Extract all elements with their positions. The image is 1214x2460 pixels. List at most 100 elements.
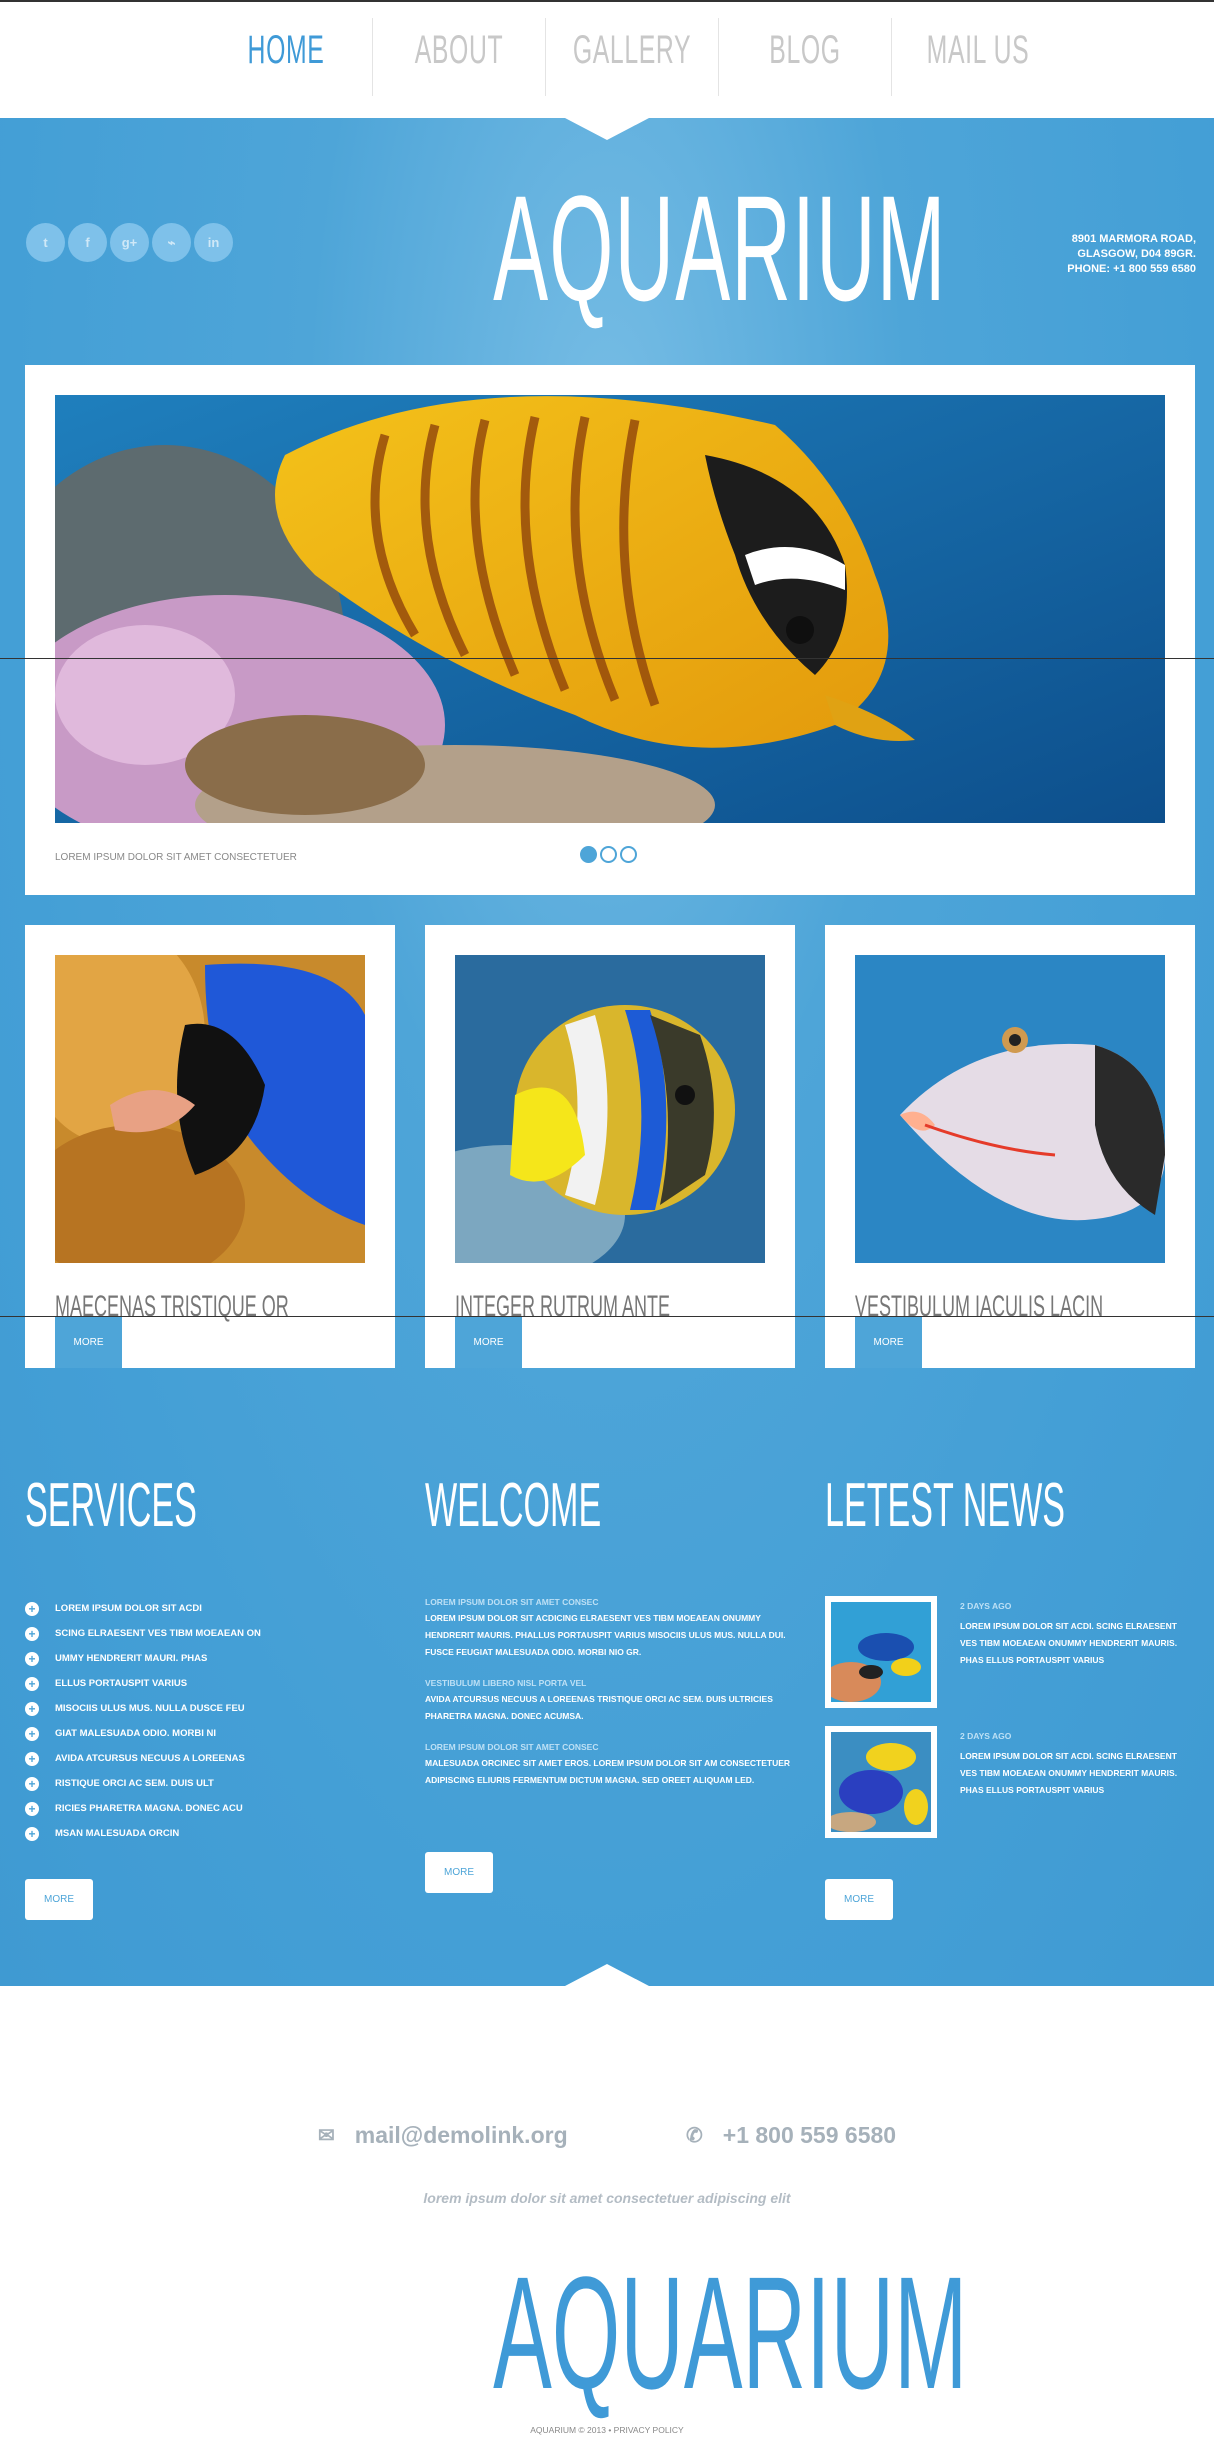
nav-divider xyxy=(891,18,892,96)
footer-email[interactable]: ✉ mail@demolink.org xyxy=(318,2122,568,2149)
services-title: SERVICES xyxy=(25,1471,197,1540)
copyright: AQUARIUM © 2013 • PRIVACY POLICY xyxy=(530,2425,684,2435)
slide-caption: LOREM IPSUM DOLOR SIT AMET CONSECTETUER xyxy=(55,852,297,863)
feature-card: INTEGER RUTRUM ANTE MORE xyxy=(425,925,795,1368)
list-item[interactable]: + SCING ELRAESENT VES TIBM MOEAEAN ON xyxy=(25,1621,261,1646)
news-title: LETEST NEWS xyxy=(825,1471,1066,1540)
nav-item-about[interactable]: ABOUT xyxy=(406,2,513,98)
list-item-label: RISTIQUE ORCI AC SEM. DUIS ULT xyxy=(55,1778,214,1789)
image-slider: LOREM IPSUM DOLOR SIT AMET CONSECTETUER xyxy=(25,365,1195,895)
news-more-button[interactable]: MORE xyxy=(825,1879,893,1920)
list-item-label: UMMY HENDRERIT MAURI. PHAS xyxy=(55,1653,208,1664)
slider-dot-3[interactable] xyxy=(620,846,637,863)
list-item[interactable]: + LOREM IPSUM DOLOR SIT ACDI xyxy=(25,1596,261,1621)
news-text: LOREM IPSUM DOLOR SIT ACDI. SCING ELRAES… xyxy=(960,1621,1178,1665)
list-item[interactable]: + GIAT MALESUADA ODIO. MORBI NI xyxy=(25,1721,261,1746)
plus-icon: + xyxy=(25,1776,39,1791)
plus-icon: + xyxy=(25,1751,39,1766)
nav-pointer-arrow xyxy=(565,118,649,140)
footer-tagline: lorem ipsum dolor sit amet consectetuer … xyxy=(423,2190,791,2206)
welcome-subheading: VESTIBULUM LIBERO NISL PORTA VEL xyxy=(425,1678,587,1688)
card-more-button[interactable]: MORE xyxy=(455,1317,522,1368)
news-thumbnail[interactable] xyxy=(821,1596,937,1708)
nav-divider xyxy=(718,18,719,96)
plus-icon: + xyxy=(25,1676,39,1691)
feature-card: MAECENAS TRISTIQUE OR MORE xyxy=(25,925,395,1368)
address-line-2: GLASGOW, D04 89GR. xyxy=(1077,248,1196,260)
facebook-icon[interactable]: f xyxy=(68,223,107,262)
envelope-icon: ✉ xyxy=(318,2125,335,2147)
nav-item-home[interactable]: HOME xyxy=(233,2,340,98)
services-more-button[interactable]: MORE xyxy=(25,1879,93,1920)
slider-dot-1[interactable] xyxy=(580,846,597,863)
card-more-button[interactable]: MORE xyxy=(55,1317,122,1368)
list-item-label: MSAN MALESUADA ORCIN xyxy=(55,1828,180,1839)
plus-icon: + xyxy=(25,1601,39,1616)
nav-item-blog[interactable]: BLOG xyxy=(752,2,859,98)
welcome-paragraph: LOREM IPSUM DOLOR SIT ACDICING ELRAESENT… xyxy=(425,1613,786,1657)
list-item[interactable]: + AVIDA ATCURSUS NECUUS A LOREENAS xyxy=(25,1746,261,1771)
plus-icon: + xyxy=(25,1801,39,1816)
plus-icon: + xyxy=(25,1626,39,1641)
card-image xyxy=(455,955,765,1263)
plus-icon: + xyxy=(25,1726,39,1741)
news-text: LOREM IPSUM DOLOR SIT ACDI. SCING ELRAES… xyxy=(960,1751,1178,1795)
news-date: 2 DAYS AGO xyxy=(960,1601,1012,1611)
nav-item-gallery[interactable]: GALLERY xyxy=(573,2,691,98)
list-item[interactable]: + MSAN MALESUADA ORCIN xyxy=(25,1821,261,1846)
welcome-more-button[interactable]: MORE xyxy=(425,1852,493,1893)
list-item[interactable]: + UMMY HENDRERIT MAURI. PHAS xyxy=(25,1646,261,1671)
services-list: + LOREM IPSUM DOLOR SIT ACDI + SCING ELRAE… xyxy=(25,1596,261,1846)
welcome-subheading: LOREM IPSUM DOLOR SIT AMET CONSEC xyxy=(425,1742,599,1752)
phone-icon: ✆ xyxy=(686,2125,703,2147)
list-item[interactable]: + MISOCIIS ULUS MUS. NULLA DUSCE FEU xyxy=(25,1696,261,1721)
address-phone: PHONE: +1 800 559 6580 xyxy=(1067,263,1196,275)
news-date: 2 DAYS AGO xyxy=(960,1731,1012,1741)
card-image xyxy=(855,955,1165,1263)
list-item[interactable]: + RISTIQUE ORCI AC SEM. DUIS ULT xyxy=(25,1771,261,1796)
plus-icon: + xyxy=(25,1701,39,1716)
contact-address: 8901 MARMORA ROAD, GLASGOW, D04 89GR. PH… xyxy=(1067,232,1196,277)
welcome-paragraph: AVIDA ATCURSUS NECUUS A LOREENAS TRISTIQ… xyxy=(425,1694,773,1721)
linkedin-icon[interactable]: in xyxy=(194,223,233,262)
site-logo[interactable]: AQUARIUM xyxy=(493,168,945,328)
top-navigation: HOME ABOUT GALLERY BLOG MAIL US xyxy=(0,0,1214,118)
list-item-label: GIAT MALESUADA ODIO. MORBI NI xyxy=(55,1728,216,1739)
social-links: t f g+ ⌁ in xyxy=(26,223,233,262)
phone-text: +1 800 559 6580 xyxy=(722,2122,897,2148)
plus-icon: + xyxy=(25,1826,39,1841)
address-line-1: 8901 MARMORA ROAD, xyxy=(1071,233,1196,245)
list-item-label: LOREM IPSUM DOLOR SIT ACDI xyxy=(55,1603,202,1614)
welcome-subheading: LOREM IPSUM DOLOR SIT AMET CONSEC xyxy=(425,1597,599,1607)
google-plus-icon[interactable]: g+ xyxy=(110,223,149,262)
welcome-paragraph: MALESUADA ORCINEC SIT AMET EROS. LOREM I… xyxy=(425,1758,791,1785)
divider-line xyxy=(0,658,1214,659)
footer-logo[interactable]: AQUARIUM xyxy=(493,2248,967,2418)
list-item[interactable]: + RICIES PHARETRA MAGNA. DONEC ACU xyxy=(25,1796,261,1821)
welcome-title: WELCOME xyxy=(425,1471,602,1540)
slider-pagination xyxy=(580,846,637,863)
list-item-label: AVIDA ATCURSUS NECUUS A LOREENAS xyxy=(55,1753,245,1764)
slide-image xyxy=(55,395,1165,823)
rss-icon[interactable]: ⌁ xyxy=(152,223,191,262)
list-item-label: MISOCIIS ULUS MUS. NULLA DUSCE FEU xyxy=(55,1703,245,1714)
footer-phone: ✆ +1 800 559 6580 xyxy=(686,2122,896,2149)
list-item-label: RICIES PHARETRA MAGNA. DONEC ACU xyxy=(55,1803,243,1814)
divider-line xyxy=(0,1316,1214,1317)
nav-divider xyxy=(545,18,546,96)
footer-pointer-arrow xyxy=(565,1964,649,1986)
list-item[interactable]: + ELLUS PORTAUSPIT VARIUS xyxy=(25,1671,261,1696)
list-item-label: ELLUS PORTAUSPIT VARIUS xyxy=(55,1678,188,1689)
nav-divider xyxy=(372,18,373,96)
list-item-label: SCING ELRAESENT VES TIBM MOEAEAN ON xyxy=(55,1628,261,1639)
feature-card: VESTIBULUM IACULIS LACIN MORE xyxy=(825,925,1195,1368)
welcome-text: LOREM IPSUM DOLOR SIT AMET CONSEC LOREM … xyxy=(425,1597,797,1806)
twitter-icon[interactable]: t xyxy=(26,223,65,262)
nav-item-mail-us[interactable]: MAIL US xyxy=(925,2,1032,98)
slider-dot-2[interactable] xyxy=(600,846,617,863)
card-image xyxy=(55,955,365,1263)
nav-menu: HOME ABOUT GALLERY BLOG MAIL US xyxy=(200,2,1064,120)
email-text[interactable]: mail@demolink.org xyxy=(355,2122,568,2149)
card-more-button[interactable]: MORE xyxy=(855,1317,922,1368)
news-thumbnail[interactable] xyxy=(825,1726,937,1838)
